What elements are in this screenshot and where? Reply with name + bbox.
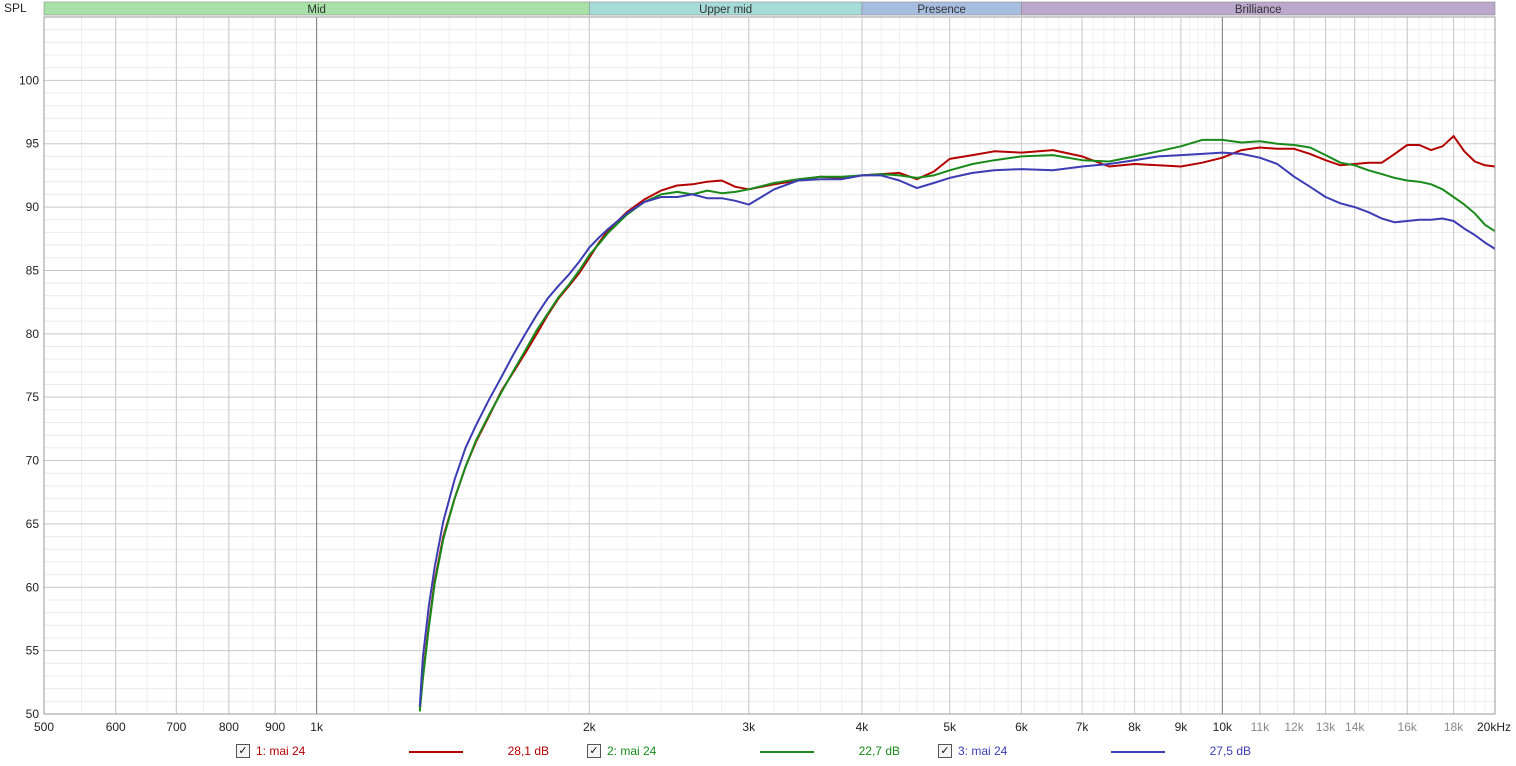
x-tick-label: 5k — [943, 720, 957, 734]
x-tick-label: 10k — [1213, 720, 1233, 734]
x-tick-label: 7k — [1076, 720, 1090, 734]
x-tick-label: 8k — [1128, 720, 1142, 734]
y-tick-label: 80 — [26, 327, 40, 341]
x-tick-label: 800 — [219, 720, 239, 734]
measurement-window: { "chart_data": { "type": "line", "ylabe… — [0, 0, 1516, 766]
band-label: Mid — [307, 4, 326, 16]
series-3-name: 3: mai 24 — [958, 744, 1008, 758]
x-tick-label: 2k — [583, 720, 597, 734]
series-1-checkbox[interactable]: ✓ — [236, 744, 250, 758]
x-tick-label: 12k — [1284, 720, 1304, 734]
y-tick-label: 75 — [26, 390, 40, 404]
x-tick-label: 3k — [742, 720, 756, 734]
x-tick-label: 14k — [1345, 720, 1365, 734]
y-tick-label: 50 — [26, 707, 40, 721]
y-tick-label: 55 — [26, 644, 40, 658]
series-2-name: 2: mai 24 — [607, 744, 657, 758]
x-tick-label: 600 — [106, 720, 126, 734]
band-label: Upper mid — [699, 4, 752, 16]
series-1-value: 28,1 dB — [507, 744, 549, 758]
y-tick-label: 65 — [26, 517, 40, 531]
x-tick-label: 20kHz — [1477, 720, 1511, 734]
series-3-value: 27,5 dB — [1209, 744, 1251, 758]
x-tick-label: 4k — [856, 720, 870, 734]
y-tick-label: 95 — [26, 137, 40, 151]
series-2-value: 22,7 dB — [858, 744, 900, 758]
y-axis-label: SPL — [4, 1, 27, 15]
x-tick-label: 16k — [1398, 720, 1418, 734]
x-tick-label: 11k — [1251, 720, 1270, 734]
series-3-checkbox[interactable]: ✓ — [938, 744, 952, 758]
series-2-swatch — [760, 751, 814, 753]
band-label: Brilliance — [1235, 4, 1282, 16]
x-tick-label: 700 — [166, 720, 186, 734]
y-tick-label: 70 — [26, 454, 40, 468]
y-tick-label: 90 — [26, 200, 40, 214]
x-tick-label: 18k — [1444, 720, 1464, 734]
series-1-swatch — [409, 751, 463, 753]
x-tick-label: 500 — [34, 720, 54, 734]
series-3-swatch — [1111, 751, 1165, 753]
x-tick-label: 1k — [310, 720, 324, 734]
frequency-response-chart: Mid Upper mid Presence Brilliance 50 55 60 65 70… — [4, 1, 1511, 734]
series-1-name: 1: mai 24 — [256, 744, 306, 758]
x-tick-label: 6k — [1015, 720, 1029, 734]
x-tick-label: 900 — [265, 720, 285, 734]
series-2-checkbox[interactable]: ✓ — [587, 744, 601, 758]
x-tick-label: 13k — [1316, 720, 1336, 734]
x-tick-label: 9k — [1175, 720, 1189, 734]
y-tick-label: 100 — [19, 73, 39, 87]
band-label: Presence — [917, 4, 966, 16]
y-tick-label: 60 — [26, 580, 40, 594]
y-tick-label: 85 — [26, 263, 40, 277]
